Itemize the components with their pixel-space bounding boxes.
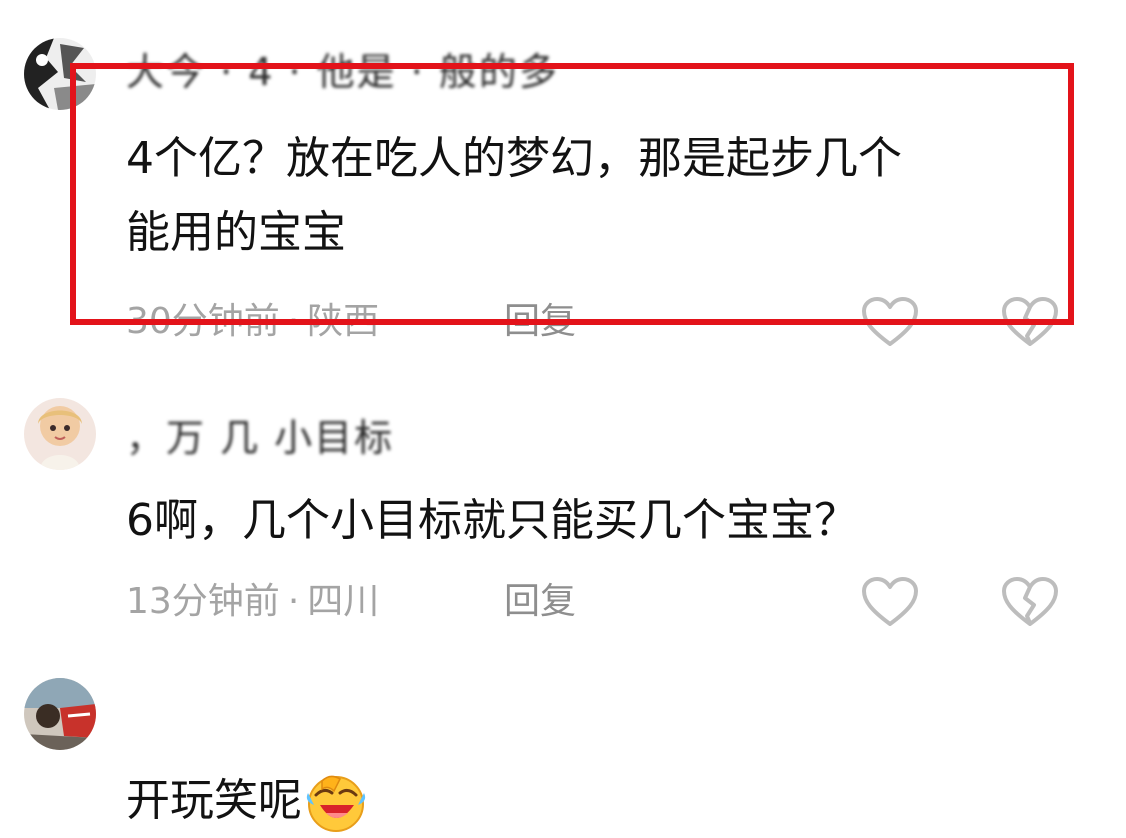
like-heart-icon[interactable] (861, 296, 919, 348)
comment-location: 陕西 (307, 301, 380, 342)
laughing-face-emoji-icon (306, 775, 366, 832)
user-avatar[interactable] (24, 398, 96, 470)
meta-separator: · (287, 301, 300, 342)
meta-separator: · (287, 581, 300, 622)
comment-time: 13分钟前 (126, 581, 280, 622)
comment-text-line-1: 4个亿？放在吃人的梦幻，那是起步几个 (126, 133, 902, 184)
comment-time: 30分钟前 (126, 301, 280, 342)
comment-meta: 13分钟前 · 四川 (126, 580, 379, 624)
username[interactable]: 大今 · 4 · 他是 · 般的多 (126, 50, 559, 94)
comment-meta: 30分钟前 · 陕西 (126, 300, 379, 344)
comment-text-line-1: 开玩笑呢 (126, 764, 368, 838)
comment-location: 四川 (307, 581, 380, 622)
comment-text-line-2: 能用的宝宝 (126, 207, 346, 258)
comment-item-2: ，万 几 小目标 6啊，几个小目标就只能买几个宝宝？ 13分钟前 · 四川 回复 (0, 380, 1126, 660)
like-heart-icon[interactable] (861, 576, 919, 628)
comment-text-line-1: 6啊，几个小目标就只能买几个宝宝？ (126, 495, 858, 546)
broken-heart-icon[interactable] (1001, 576, 1059, 628)
user-avatar[interactable] (24, 38, 96, 110)
reply-button[interactable]: 回复 (504, 300, 576, 344)
user-avatar[interactable] (24, 678, 96, 750)
broken-heart-icon[interactable] (1001, 296, 1059, 348)
comment-item-3: 开玩笑呢 (0, 660, 1126, 838)
reply-button[interactable]: 回复 (504, 580, 576, 624)
comment-item-1: 大今 · 4 · 他是 · 般的多 4个亿？放在吃人的梦幻，那是起步几个 能用的… (0, 0, 1126, 360)
comment-text: 开玩笑呢 (126, 775, 302, 826)
username[interactable]: ，万 几 小目标 (126, 416, 394, 460)
